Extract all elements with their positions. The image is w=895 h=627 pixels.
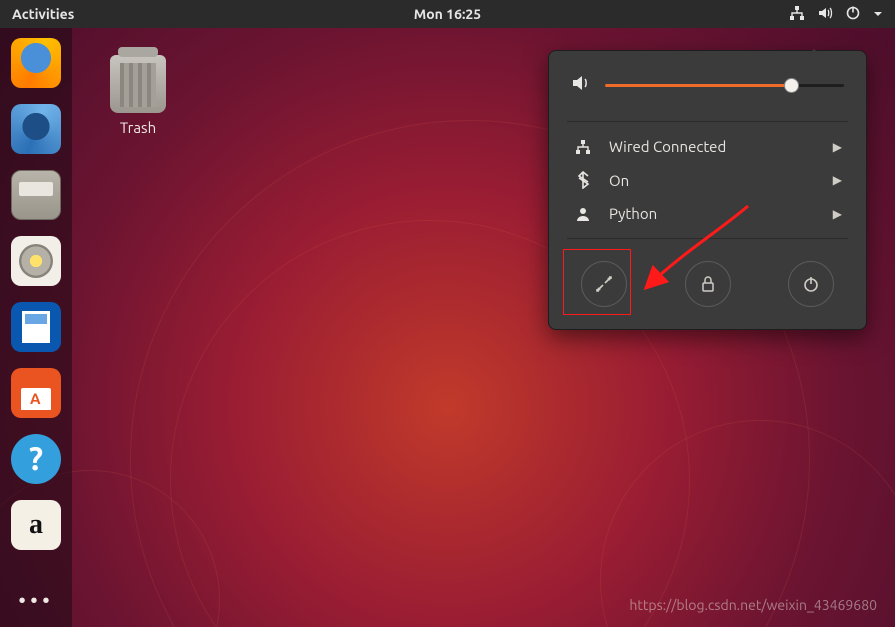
power-button[interactable] xyxy=(788,261,834,307)
volume-icon xyxy=(817,5,833,24)
dock-app-help[interactable]: ? xyxy=(11,434,61,484)
top-bar: Activities Mon 16:25 xyxy=(0,0,895,28)
chevron-down-icon xyxy=(873,6,883,22)
bluetooth-icon xyxy=(573,171,593,189)
dock-app-thunderbird[interactable] xyxy=(11,104,61,154)
clock[interactable]: Mon 16:25 xyxy=(414,6,481,22)
menu-item-label: Wired Connected xyxy=(609,138,726,155)
power-icon xyxy=(802,275,820,293)
chevron-right-icon: ▶ xyxy=(833,207,842,221)
action-row xyxy=(567,261,848,307)
settings-icon xyxy=(594,274,614,294)
menu-item-label: On xyxy=(609,172,629,189)
lock-button[interactable] xyxy=(685,261,731,307)
dock-app-firefox[interactable] xyxy=(11,38,61,88)
volume-slider[interactable] xyxy=(605,76,844,94)
menu-item-user[interactable]: Python ▶ xyxy=(567,197,848,230)
menu-item-bluetooth[interactable]: On ▶ xyxy=(567,163,848,197)
ubuntu-desktop: Activities Mon 16:25 ? a ••• xyxy=(0,0,895,627)
dock-app-amazon[interactable]: a xyxy=(11,500,61,550)
volume-row xyxy=(567,73,848,97)
chevron-right-icon: ▶ xyxy=(833,173,842,187)
dock-app-libreoffice-writer[interactable] xyxy=(11,302,61,352)
settings-button[interactable] xyxy=(581,261,627,307)
network-wired-icon xyxy=(573,139,593,155)
network-icon xyxy=(789,5,805,24)
dock: ? a ••• xyxy=(0,28,72,627)
watermark: https://blog.csdn.net/weixin_43469680 xyxy=(629,597,877,613)
system-tray[interactable] xyxy=(789,5,883,24)
show-applications-button[interactable]: ••• xyxy=(18,588,54,613)
chevron-right-icon: ▶ xyxy=(833,140,842,154)
user-icon xyxy=(573,206,593,222)
power-icon xyxy=(845,5,861,24)
trash-icon xyxy=(110,55,166,113)
quick-settings-list: Wired Connected ▶ On ▶ Python ▶ xyxy=(567,121,848,239)
desktop-icon-trash[interactable]: Trash xyxy=(110,55,166,136)
menu-item-network[interactable]: Wired Connected ▶ xyxy=(567,130,848,163)
system-menu-popover: Wired Connected ▶ On ▶ Python ▶ xyxy=(548,50,867,330)
menu-item-label: Python xyxy=(609,205,657,222)
dock-app-files[interactable] xyxy=(11,170,61,220)
trash-label: Trash xyxy=(110,119,166,136)
lock-icon xyxy=(699,275,717,293)
speaker-icon xyxy=(571,73,591,97)
dock-app-rhythmbox[interactable] xyxy=(11,236,61,286)
dock-app-ubuntu-software[interactable] xyxy=(11,368,61,418)
activities-button[interactable]: Activities xyxy=(12,6,74,22)
